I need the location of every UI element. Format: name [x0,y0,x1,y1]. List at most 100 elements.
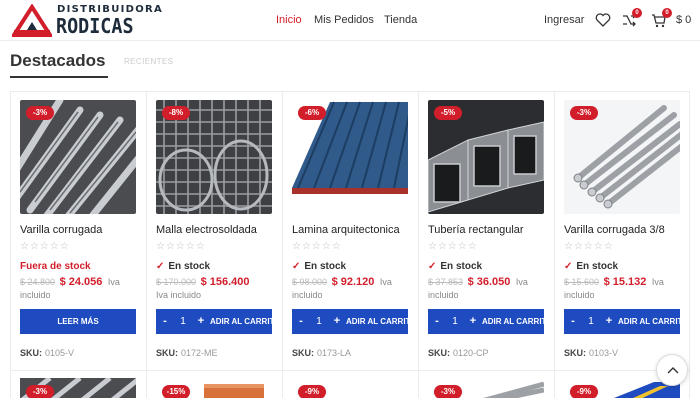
rating-stars: ☆☆☆☆☆ [564,241,614,252]
site-header: DISTRIBUIDORA RODICAS Inicio Mis Pedidos… [0,0,700,41]
discount-badge: -5% [434,106,462,120]
compare-count-badge: 0 [632,8,642,18]
sale-price: $ 24.056 [59,276,103,288]
cart-count-badge: 0 [662,8,672,18]
sale-price: $ 15.132 [603,276,647,288]
qty-input[interactable]: 1 [308,309,330,334]
sku-label: SKU: [428,348,450,358]
tax-note: Iva [651,277,664,287]
sku-label: SKU: [20,348,42,358]
sale-price: $ 156.400 [200,276,250,288]
grid-divider [10,91,11,398]
check-icon: ✓ [156,261,165,272]
price-block: $ 15.600 $ 15.132 Iva incluido [564,276,684,302]
qty-minus-button[interactable]: - [294,309,308,334]
rating-stars: ☆☆☆☆☆ [156,241,206,252]
qty-input[interactable]: 1 [580,309,602,334]
rating-stars: ☆☆☆☆☆ [428,241,478,252]
discount-badge: -9% [298,385,326,398]
read-more-button[interactable]: LEER MÁS [20,309,136,334]
add-to-cart-group: - 1 + ADIR AL CARRITO [156,309,272,334]
discount-badge: -3% [570,106,598,120]
tax-note-2: incluido [20,290,51,300]
add-to-cart-group: - 1 + ADIR AL CARRITO [292,309,408,334]
product-image-row2[interactable]: -15% [156,378,272,398]
scroll-to-top-button[interactable] [656,354,688,386]
product-title[interactable]: Tubería rectangular [428,224,554,236]
page: DISTRIBUIDORA RODICAS Inicio Mis Pedidos… [0,0,700,398]
nav-orders[interactable]: Mis Pedidos [314,14,374,26]
qty-plus-button[interactable]: + [466,309,480,334]
product-title[interactable]: Lamina arquitectonica [292,224,418,236]
old-price: $ 15.600 [564,277,600,287]
qty-plus-button[interactable]: + [602,309,616,334]
qty-plus-button[interactable]: + [194,309,208,334]
login-link[interactable]: Ingresar [544,14,584,26]
add-to-cart-button[interactable]: ADIR AL CARRITO [482,309,544,334]
product-image-row2[interactable]: -3% [20,378,136,398]
product-card: -6% Lamina arquitectonica ☆☆☆☆☆ ✓ En stoc… [284,92,420,392]
sku-line: SKU: 0173-LA [292,348,351,358]
sale-price: $ 36.050 [467,276,511,288]
add-to-cart-button[interactable]: ADIR AL CARRITO [346,309,408,334]
tab-recent[interactable]: RECIENTES [124,57,173,66]
product-title[interactable]: Varilla corrugada [20,224,146,236]
stock-status: ✓ En stock [292,261,347,272]
product-card: -3% Varilla corrugada 3/8 ☆☆☆☆☆ ✓ En stoc… [556,92,692,392]
sku-line: SKU: 0120-CP [428,348,489,358]
tax-note: Iva incluido [156,290,202,300]
tax-note-2: incluido [564,290,595,300]
price-block: $ 170.000 $ 156.400 Iva incluido [156,276,276,302]
discount-badge: -15% [162,385,190,398]
sku-label: SKU: [564,348,586,358]
product-image-row2[interactable]: -3% [428,378,544,398]
add-to-cart-button[interactable]: ADIR AL CARRITO [210,309,272,334]
discount-badge: -9% [570,385,598,398]
qty-input[interactable]: 1 [172,309,194,334]
qty-plus-button[interactable]: + [330,309,344,334]
sku-value: 0173-LA [317,348,352,358]
add-to-cart-button[interactable]: ADIR AL CARRITO [618,309,680,334]
qty-minus-button[interactable]: - [430,309,444,334]
old-price: $ 98.000 [292,277,328,287]
product-title[interactable]: Varilla corrugada 3/8 [564,224,690,236]
brand-logo[interactable]: DISTRIBUIDORA RODICAS [12,4,162,38]
product-title[interactable]: Malla electrosoldada [156,224,282,236]
heart-icon[interactable] [594,11,612,29]
tax-note-2: incluido [292,290,323,300]
tax-note-2: incluido [428,290,459,300]
rating-stars: ☆☆☆☆☆ [292,241,342,252]
tax-note: Iva [379,277,392,287]
add-to-cart-group: - 1 + ADIR AL CARRITO [564,309,680,334]
cart-total[interactable]: $ 0 [676,14,691,26]
nav-shop[interactable]: Tienda [384,14,417,26]
section-title[interactable]: Destacados [10,51,105,71]
nav-home[interactable]: Inicio [276,14,302,26]
check-icon: ✓ [564,261,573,272]
qty-minus-button[interactable]: - [158,309,172,334]
sku-value: 0172-ME [181,348,218,358]
product-card: -5% Tubería rectangular ☆☆☆☆☆ ✓ En stock … [420,92,556,392]
check-icon: ✓ [292,261,301,272]
tax-note: Iva [515,277,528,287]
price-block: $ 37.853 $ 36.050 Iva incluido [428,276,548,302]
product-image-row2[interactable]: -9% [292,378,408,398]
discount-badge: -3% [26,106,54,120]
sale-price: $ 92.120 [331,276,375,288]
stock-status: ✓ En stock [564,261,619,272]
product-card: -8% Malla electrosoldada ☆☆☆☆☆ ✓ En stock… [148,92,284,392]
price-block: $ 98.000 $ 92.120 Iva incluido [292,276,412,302]
qty-input[interactable]: 1 [444,309,466,334]
sku-label: SKU: [156,348,178,358]
sku-line: SKU: 0103-V [564,348,618,358]
sku-value: 0120-CP [453,348,489,358]
stock-status: ✓ En stock [428,261,483,272]
logo-mark-icon [12,4,52,37]
add-to-cart-group: - 1 + ADIR AL CARRITO [428,309,544,334]
qty-minus-button[interactable]: - [566,309,580,334]
price-block: $ 24.800 $ 24.056 Iva incluido [20,276,140,302]
discount-badge: -6% [298,106,326,120]
sku-value: 0103-V [589,348,619,358]
sku-label: SKU: [292,348,314,358]
stock-status: ✓ En stock [156,261,211,272]
